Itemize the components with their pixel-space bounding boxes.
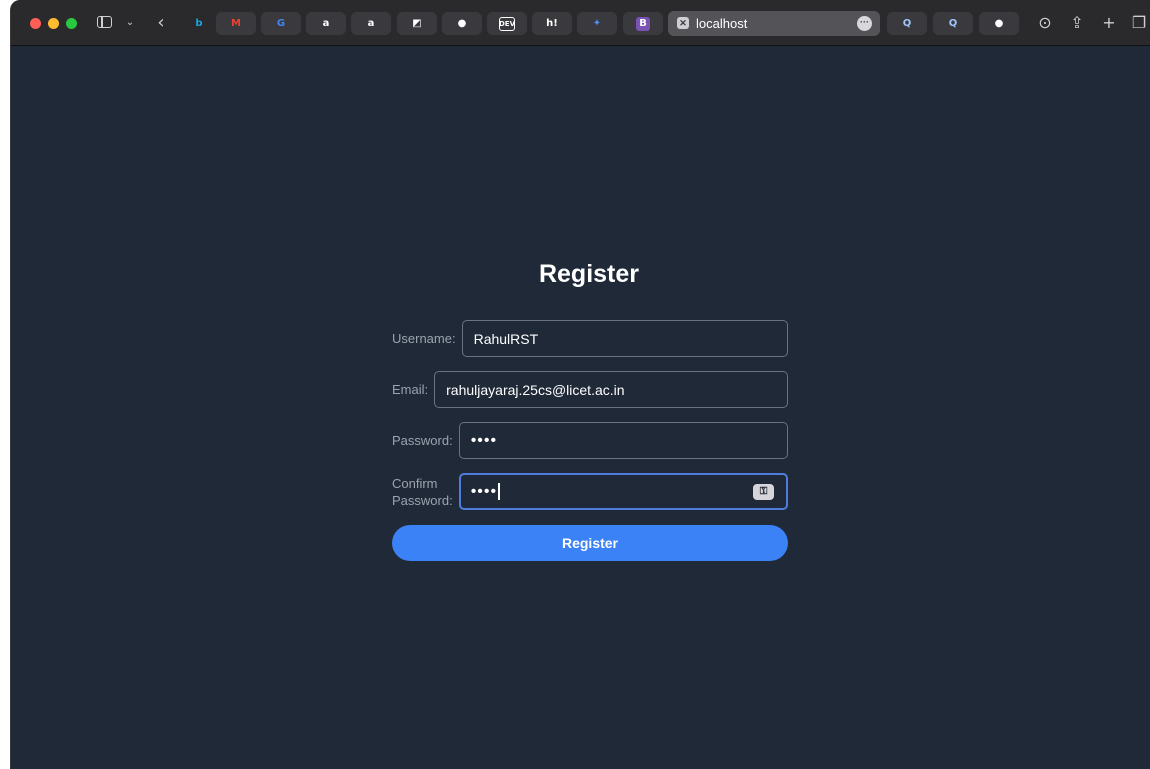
browser-toolbar: ⌄ ‹ b M Ga a ◩ ● DEV h! ✦ B ✕ localhost ··· Q Q ● ⊙…	[11, 0, 1150, 46]
favorite-amazon[interactable]: a	[306, 12, 346, 35]
chevron-down-icon[interactable]: ⌄	[124, 12, 136, 34]
confirm-label-line1: Confirm	[392, 475, 438, 491]
search-icon: Q	[902, 18, 912, 29]
favorite-dev[interactable]: DEV	[487, 12, 527, 35]
password-value: ••••	[470, 431, 498, 449]
bing-icon: b	[195, 18, 203, 29]
hashnode-icon: h!	[546, 18, 558, 29]
register-button[interactable]: Register	[392, 525, 788, 561]
confirm-password-value: ••••	[470, 482, 498, 500]
favorite-bootstrap[interactable]: B	[623, 12, 663, 35]
page-content: Register Username: RahulRST Email: rahul…	[11, 47, 1150, 769]
password-label: Password:	[392, 433, 453, 448]
email-value: rahuljayaraj.25cs@licet.ac.in	[446, 381, 625, 398]
password-row: Password: ••••	[392, 422, 788, 459]
favorite-search[interactable]: Q	[933, 12, 973, 35]
favorite-gmail[interactable]: M	[216, 12, 256, 35]
confirm-password-label: Confirm Password:	[392, 475, 453, 509]
sidebar-toggle-icon[interactable]	[97, 12, 113, 34]
confirm-password-input[interactable]: •••• ⚿	[458, 473, 788, 510]
favorite-amazon[interactable]: a	[351, 12, 391, 35]
username-row: Username: RahulRST	[392, 320, 788, 357]
minimize-window-button[interactable]	[48, 18, 59, 29]
share-icon[interactable]: ⇪	[1067, 12, 1087, 34]
back-icon[interactable]: ‹	[154, 12, 168, 34]
more-icon[interactable]: ···	[857, 16, 872, 31]
favorite-google[interactable]: G	[261, 12, 301, 35]
google-icon: G	[276, 18, 286, 29]
browser-window: ⌄ ‹ b M Ga a ◩ ● DEV h! ✦ B ✕ localhost ··· Q Q ● ⊙…	[10, 0, 1150, 769]
favorite-github[interactable]: ●	[979, 12, 1019, 35]
address-bar[interactable]: ✕ localhost ···	[668, 11, 880, 36]
new-tab-icon[interactable]: +	[1099, 12, 1119, 34]
favorite-search[interactable]: Q	[887, 12, 927, 35]
search-icon: Q	[948, 18, 958, 29]
username-value: RahulRST	[473, 330, 539, 347]
address-url: localhost	[696, 16, 748, 31]
amazon-icon: a	[322, 18, 330, 29]
zoom-window-button[interactable]	[66, 18, 77, 29]
password-input[interactable]: ••••	[458, 422, 788, 459]
dev-icon: DEV	[499, 16, 515, 31]
site-favicon-icon: ✕	[677, 17, 689, 29]
bootstrap-icon: B	[636, 16, 650, 31]
confirm-password-row: Confirm Password: •••• ⚿	[392, 473, 788, 510]
favorite-bing[interactable]: b	[187, 12, 211, 35]
close-window-button[interactable]	[30, 18, 41, 29]
notion-icon: ◩	[412, 18, 422, 29]
tab-overview-icon[interactable]: ❐	[1129, 12, 1149, 34]
page-title: Register	[538, 260, 640, 288]
confirm-label-line2: Password:	[392, 492, 453, 508]
username-label: Username:	[392, 331, 456, 346]
amazon-icon: a	[367, 18, 375, 29]
email-row: Email: rahuljayaraj.25cs@licet.ac.in	[392, 371, 788, 408]
favorite-hashnode[interactable]: h!	[532, 12, 572, 35]
downloads-icon[interactable]: ⊙	[1035, 12, 1055, 34]
password-key-icon[interactable]: ⚿	[753, 484, 774, 500]
favorite-github[interactable]: ●	[442, 12, 482, 35]
github-icon: ●	[457, 18, 467, 29]
gemini-icon: ✦	[592, 18, 602, 29]
username-input[interactable]: RahulRST	[461, 320, 788, 357]
favorite-notion[interactable]: ◩	[397, 12, 437, 35]
text-caret	[498, 483, 500, 500]
email-label: Email:	[392, 382, 429, 397]
favorite-gemini[interactable]: ✦	[577, 12, 617, 35]
email-input[interactable]: rahuljayaraj.25cs@licet.ac.in	[434, 371, 788, 408]
github-icon: ●	[994, 18, 1004, 29]
gmail-icon: M	[231, 18, 241, 29]
